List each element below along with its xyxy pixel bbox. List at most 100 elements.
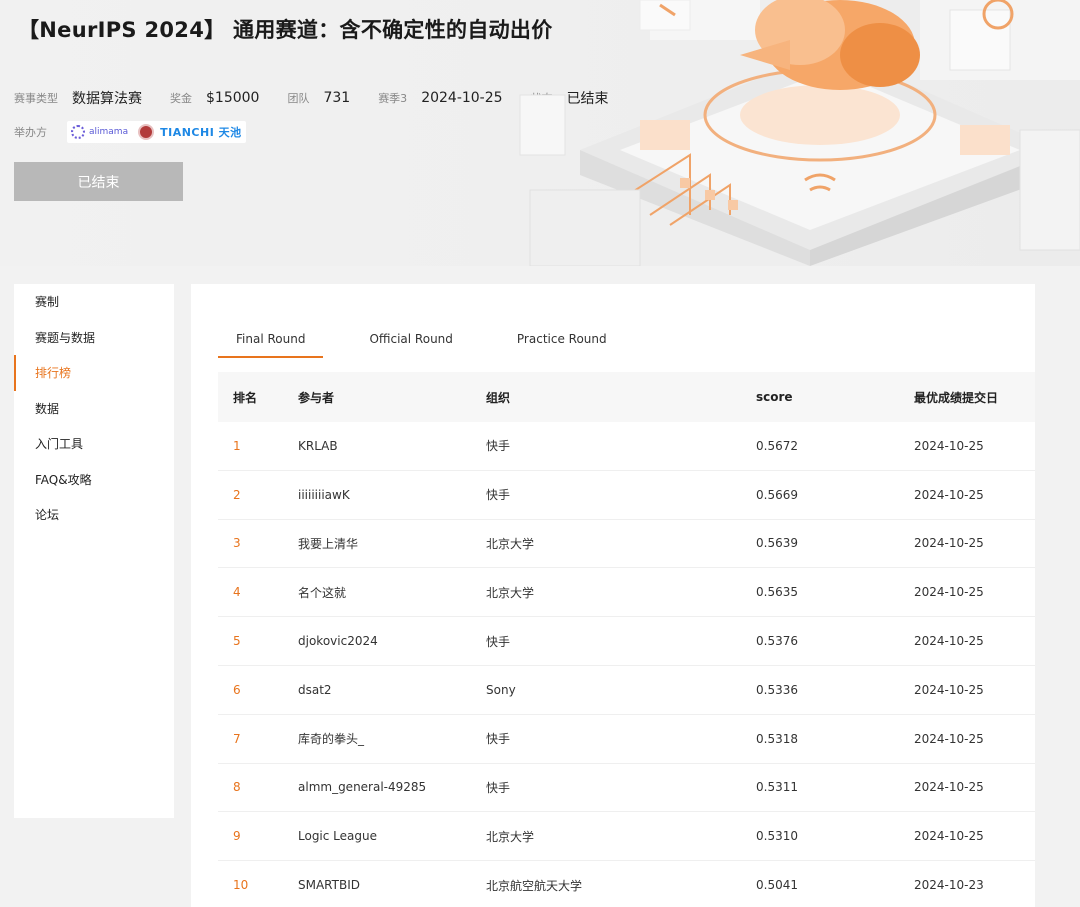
date-cell: 2024-10-25 (914, 682, 984, 697)
score-cell: 0.5639 (756, 536, 798, 551)
score-cell: 0.5672 (756, 438, 798, 453)
org-cell: 快手 (486, 488, 511, 503)
sidebar-item-rules[interactable]: 赛制 (14, 284, 174, 320)
date-cell: 2024-10-25 (914, 438, 984, 453)
sidebar: 赛制 赛题与数据 排行榜 数据 入门工具 FAQ&攻略 论坛 (14, 284, 174, 818)
date-cell: 2024-10-25 (914, 829, 984, 844)
alimama-logo-text: alimama (89, 127, 129, 137)
column-header-participant: 参与者 (298, 390, 335, 405)
sidebar-item-forum[interactable]: 论坛 (14, 497, 174, 533)
org-cell: 北京航空航天大学 (486, 878, 583, 893)
meta-team-value: 731 (323, 90, 351, 106)
rank-cell: 6 (233, 682, 241, 697)
org-cell: 北京大学 (486, 585, 535, 600)
page-title: 【NeurIPS 2024】 通用赛道：含不确定性的自动出价 (18, 18, 553, 42)
competition-header: 【NeurIPS 2024】 通用赛道：含不确定性的自动出价 赛事类型 数据算法… (0, 0, 1080, 266)
host-logos: alimama TIANCHI 天池 (67, 121, 246, 143)
org-cell: 北京大学 (486, 536, 535, 551)
score-cell: 0.5635 (756, 585, 798, 600)
date-cell: 2024-10-23 (914, 878, 984, 893)
column-header-rank: 排名 (233, 390, 258, 405)
rank-cell: 5 (233, 634, 241, 649)
table-row: 5 djokovic2024 快手 0.5376 2024-10-25 (218, 617, 1035, 666)
participant-cell: iiiiiiiiawK (298, 487, 350, 502)
date-cell: 2024-10-25 (914, 487, 984, 502)
participant-cell: 名个这就 (298, 585, 347, 600)
table-row: 4 名个这就 北京大学 0.5635 2024-10-25 (218, 568, 1035, 618)
table-header: 排名 参与者 组织 score 最优成绩提交日 (218, 372, 1035, 422)
score-cell: 0.5311 (756, 780, 798, 795)
tab-practice-round[interactable]: Practice Round (499, 326, 625, 358)
rank-cell: 7 (233, 731, 241, 746)
score-cell: 0.5376 (756, 634, 798, 649)
org-cell: 快手 (486, 634, 511, 649)
meta-season-label: 赛季3 (378, 92, 408, 105)
sidebar-item-starter-tools[interactable]: 入门工具 (14, 426, 174, 462)
tab-official-round[interactable]: Official Round (351, 326, 470, 358)
rank-cell: 3 (233, 536, 241, 551)
column-header-score: score (756, 390, 793, 404)
cloud-illustration-icon (519, 0, 1080, 266)
meta-season-value: 2024-10-25 (421, 90, 503, 106)
alimama-icon (71, 125, 85, 139)
date-cell: 2024-10-25 (914, 536, 984, 551)
leaderboard-table: 排名 参与者 组织 score 最优成绩提交日 1 KRLAB 快手 0.567… (218, 372, 1035, 907)
ended-button[interactable]: 已结束 (14, 162, 183, 201)
alimama-logo: alimama (71, 125, 128, 139)
date-cell: 2024-10-25 (914, 780, 984, 795)
org-cell: Sony (486, 682, 516, 697)
table-row: 3 我要上清华 北京大学 0.5639 2024-10-25 (218, 520, 1035, 569)
rank-cell: 10 (233, 878, 249, 893)
score-cell: 0.5310 (756, 829, 798, 844)
date-cell: 2024-10-25 (914, 585, 984, 600)
meta-type-label: 赛事类型 (14, 92, 58, 105)
rank-cell: 2 (233, 487, 241, 502)
sidebar-item-problem-data[interactable]: 赛题与数据 (14, 320, 174, 356)
meta-team-label: 团队 (287, 92, 310, 105)
org-cell: 快手 (486, 780, 511, 795)
round-tabs: Final Round Official Round Practice Roun… (218, 326, 653, 358)
org-cell: 快手 (486, 439, 511, 454)
host-row: 举办方 alimama TIANCHI 天池 (14, 121, 246, 143)
rank-cell: 9 (233, 829, 241, 844)
rank-cell: 1 (233, 438, 241, 453)
date-cell: 2024-10-25 (914, 634, 984, 649)
sidebar-item-data[interactable]: 数据 (14, 391, 174, 427)
participant-cell: 我要上清华 (298, 536, 359, 551)
participant-cell: SMARTBID (298, 878, 360, 893)
table-row: 6 dsat2 Sony 0.5336 2024-10-25 (218, 666, 1035, 715)
rank-cell: 4 (233, 585, 241, 600)
sidebar-item-leaderboard[interactable]: 排行榜 (14, 355, 174, 391)
participant-cell: KRLAB (298, 438, 338, 453)
meta-prize-label: 奖金 (170, 92, 192, 105)
org-cell: 快手 (486, 732, 511, 747)
table-row: 8 almm_general-49285 快手 0.5311 2024-10-2… (218, 764, 1035, 813)
rank-cell: 8 (233, 780, 241, 795)
leaderboard-panel: Final Round Official Round Practice Roun… (191, 284, 1035, 907)
column-header-date: 最优成绩提交日 (914, 390, 999, 405)
table-row: 10 SMARTBID 北京航空航天大学 0.5041 2024-10-23 (218, 861, 1035, 907)
sidebar-item-faq[interactable]: FAQ&攻略 (14, 462, 174, 498)
host-label: 举办方 (14, 126, 47, 139)
meta-prize-value: $15000 (206, 90, 260, 106)
table-row: 2 iiiiiiiiawK 快手 0.5669 2024-10-25 (218, 471, 1035, 520)
participant-cell: dsat2 (298, 682, 332, 697)
score-cell: 0.5318 (756, 731, 798, 746)
column-header-org: 组织 (486, 390, 511, 405)
participant-cell: 库奇的拳头_ (298, 732, 365, 747)
date-cell: 2024-10-25 (914, 731, 984, 746)
score-cell: 0.5669 (756, 487, 798, 502)
score-cell: 0.5336 (756, 682, 798, 697)
score-cell: 0.5041 (756, 878, 798, 893)
participant-cell: djokovic2024 (298, 634, 378, 649)
participant-cell: almm_general-49285 (298, 780, 427, 795)
org-cell: 北京大学 (486, 829, 535, 844)
pku-seal-icon (138, 124, 155, 140)
meta-type-value: 数据算法赛 (72, 91, 142, 107)
table-row: 7 库奇的拳头_ 快手 0.5318 2024-10-25 (218, 715, 1035, 764)
tab-final-round[interactable]: Final Round (218, 326, 324, 358)
table-row: 9 Logic League 北京大学 0.5310 2024-10-25 (218, 812, 1035, 862)
table-row: 1 KRLAB 快手 0.5672 2024-10-25 (218, 422, 1035, 471)
participant-cell: Logic League (298, 829, 377, 844)
tianchi-logo: TIANCHI 天池 (160, 126, 242, 139)
